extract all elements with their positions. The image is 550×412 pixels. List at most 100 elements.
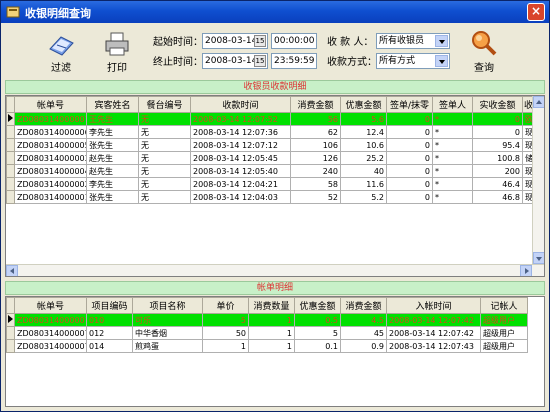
row-selector[interactable] [6,339,15,353]
table-cell[interactable]: ZD080314000003 [14,151,87,165]
table-row[interactable]: ZD080314000007 012 中华香烟 50 1 5 45 2008-0… [6,326,528,340]
start-calendar-icon[interactable]: 15 [254,35,266,47]
table-cell[interactable]: ZD080314000001 [14,190,87,204]
filter-button[interactable]: 过滤 [41,31,81,74]
table-cell[interactable]: ZD080314000007 [14,313,87,327]
column-header[interactable]: 宾客姓名 [86,96,139,113]
table-cell[interactable]: 张先生 [86,138,139,152]
table-cell[interactable]: * [432,151,473,165]
cashier-vertical-scrollbar[interactable] [532,96,544,264]
table-cell[interactable]: 46.4 [472,177,523,191]
row-selector[interactable] [6,125,15,139]
start-time-field[interactable]: 00:00:00 [271,33,317,49]
table-cell[interactable]: 010 [86,313,133,327]
table-cell[interactable]: 赵先生 [86,151,139,165]
table-cell[interactable]: 4.5 [340,313,387,327]
column-header[interactable]: 记帐人 [480,297,528,314]
column-header[interactable]: 签单人 [432,96,473,113]
end-time-field[interactable]: 23:59:59 [271,53,317,69]
table-row[interactable]: ZD080314000005 张先生 无 2008-03-14 12:07:12… [6,138,540,152]
table-cell[interactable]: 无 [138,151,191,165]
print-button[interactable]: 打印 [97,31,137,74]
row-selector[interactable] [6,177,15,191]
table-cell[interactable]: 无 [138,190,191,204]
table-cell[interactable]: 5 [294,326,341,340]
row-selector[interactable] [6,326,15,340]
table-cell[interactable]: 012 [86,326,133,340]
table-cell[interactable]: * [432,177,473,191]
table-cell[interactable]: * [432,112,473,126]
table-cell[interactable]: * [432,164,473,178]
row-selector[interactable] [6,164,15,178]
column-header[interactable]: 入帐时间 [386,297,481,314]
table-cell[interactable]: * [432,138,473,152]
table-cell[interactable]: ZD080314000007 [14,339,87,353]
cashier-select[interactable]: 所有收银员 [376,33,450,49]
table-row[interactable]: ZD080314000007 014 煎鸡蛋 1 1 0.1 0.9 2008-… [6,339,528,353]
table-cell[interactable]: 5.2 [340,190,387,204]
column-header[interactable]: 优惠金额 [340,96,387,113]
table-cell[interactable]: 2008-03-14 12:07:12 [190,138,291,152]
table-row[interactable]: ZD080314000006 李先生 无 2008-03-14 12:07:36… [6,125,540,139]
cashier-horizontal-scrollbar[interactable] [6,264,544,276]
row-selector[interactable] [6,151,15,165]
table-cell[interactable]: 无 [138,177,191,191]
table-cell[interactable]: 王先生 [86,112,139,126]
table-cell[interactable]: 1 [202,339,249,353]
table-cell[interactable]: ZD080314000004 [14,164,87,178]
table-cell[interactable]: 0.1 [294,339,341,353]
table-row[interactable]: ZD080314000001 张先生 无 2008-03-14 12:04:03… [6,190,540,204]
scroll-up-icon[interactable] [533,96,544,108]
table-cell[interactable]: 1 [248,313,295,327]
table-cell[interactable]: 李先生 [86,125,139,139]
table-cell[interactable]: 0.9 [340,339,387,353]
table-cell[interactable]: 0 [386,138,433,152]
table-cell[interactable]: 5 [202,313,249,327]
table-cell[interactable]: 2008-03-14 12:04:03 [190,190,291,204]
table-cell[interactable]: ZD080314000007 [14,326,87,340]
table-cell[interactable]: 100.8 [472,151,523,165]
table-cell[interactable]: ZD080314000002 [14,177,87,191]
table-cell[interactable]: 可乐 [132,313,203,327]
table-cell[interactable]: 2008-03-14 12:04:21 [190,177,291,191]
end-calendar-icon[interactable]: 15 [254,55,266,67]
table-cell[interactable]: 40 [340,164,387,178]
table-cell[interactable]: 2008-03-14 12:05:40 [190,164,291,178]
table-cell[interactable]: 0.5 [294,313,341,327]
table-cell[interactable]: 0 [472,125,523,139]
table-cell[interactable]: 106 [290,138,341,152]
scroll-right-icon[interactable] [520,265,532,276]
table-cell[interactable]: 2008-03-14 12:07:42 [386,326,481,340]
column-header[interactable]: 项目编码 [86,297,133,314]
query-button[interactable]: 查询 [464,29,504,74]
table-cell[interactable]: 5.6 [340,112,387,126]
table-cell[interactable]: 中华香烟 [132,326,203,340]
table-cell[interactable]: 煎鸡蛋 [132,339,203,353]
table-cell[interactable]: ZD080314000005 [14,138,87,152]
table-cell[interactable]: 2008-03-14 12:05:45 [190,151,291,165]
column-header[interactable]: 帐单号 [14,96,87,113]
column-header[interactable]: 消费数量 [248,297,295,314]
table-cell[interactable]: 45 [340,326,387,340]
column-header[interactable]: 单价 [202,297,249,314]
table-row-selected[interactable]: ZD080314000007 010 可乐 5 1 0.5 4.5 2008-0… [6,313,528,327]
table-cell[interactable]: 12.4 [340,125,387,139]
row-selector[interactable] [6,190,15,204]
table-cell[interactable]: 126 [290,151,341,165]
payment-dropdown-icon[interactable] [435,55,448,67]
end-date-field[interactable]: 2008-03-14 15 [202,53,268,69]
table-cell[interactable]: 无 [138,125,191,139]
table-cell[interactable]: 超级用户 [480,313,528,327]
table-cell[interactable]: 0 [386,164,433,178]
table-row[interactable]: ZD080314000002 李先生 无 2008-03-14 12:04:21… [6,177,540,191]
table-cell[interactable]: 无 [138,112,191,126]
table-cell[interactable]: ZD080314000007 [14,112,87,126]
table-cell[interactable]: 李先生 [86,177,139,191]
column-header[interactable]: 项目名称 [132,297,203,314]
table-cell[interactable]: 超级用户 [480,326,528,340]
table-cell[interactable]: 2008-03-14 12:07:42 [386,313,481,327]
table-cell[interactable]: 2008-03-14 12:07:43 [386,339,481,353]
table-cell[interactable]: 95.4 [472,138,523,152]
table-cell[interactable]: * [432,125,473,139]
table-cell[interactable]: 58 [290,177,341,191]
